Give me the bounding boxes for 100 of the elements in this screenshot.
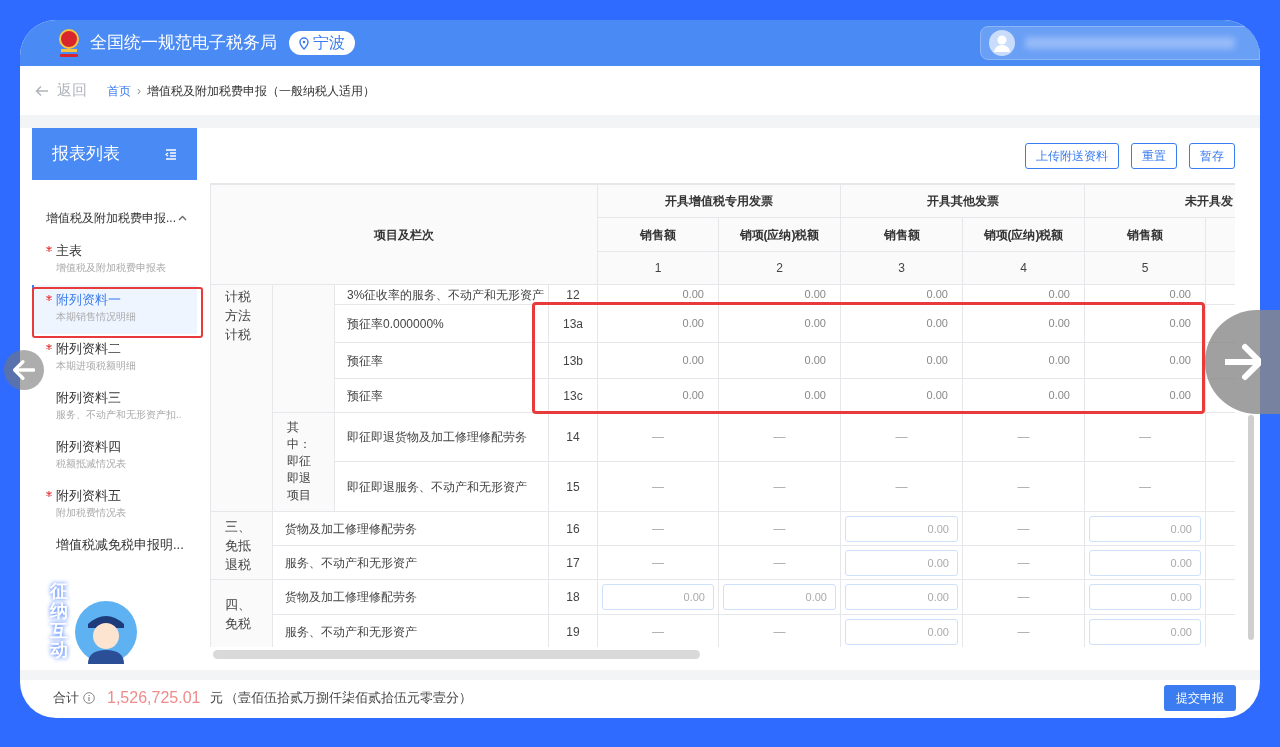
vertical-scrollbar[interactable]: [1248, 415, 1254, 640]
section-label: 三、免抵退税: [225, 518, 252, 574]
user-avatar-icon: [989, 30, 1015, 56]
amount-input[interactable]: 0.00: [845, 618, 958, 645]
line-number: 13b: [563, 353, 583, 368]
table-header: 销项(应纳)税额: [962, 217, 1085, 252]
row-label: 货物及加工修理修配劳务: [285, 521, 417, 536]
dash-value: —: [1138, 429, 1152, 446]
dash-value: —: [651, 478, 665, 496]
table-header: 销售额: [1084, 217, 1206, 252]
dash-value: —: [772, 623, 787, 641]
toolbar-button[interactable]: 暂存: [1189, 142, 1235, 169]
table-header: 项目及栏次: [210, 184, 598, 285]
row-label: 3%征收率的服务、不动产和无形资产: [347, 287, 545, 302]
toolbar-button[interactable]: 重置: [1131, 142, 1177, 169]
amount-value: 0.00: [925, 316, 949, 332]
amount-input[interactable]: 0.00: [1089, 515, 1201, 542]
table-header: 未开具发: [1084, 184, 1235, 218]
amount-value: 0.00: [1047, 388, 1071, 404]
back-button[interactable]: 返回: [35, 79, 87, 102]
dash-value: —: [1016, 429, 1031, 446]
submit-button[interactable]: 提交申报: [1164, 685, 1236, 711]
line-number: 18: [566, 590, 580, 604]
amount-input[interactable]: 0.00: [1089, 549, 1201, 576]
table-header: 开具其他发票: [840, 184, 1085, 218]
row-label: 服务、不动产和无形资产: [285, 555, 417, 570]
dash-value: —: [772, 429, 787, 446]
item-subtitle: 增值税及附加税费申报表: [56, 261, 167, 275]
dash-value: —: [1016, 623, 1031, 641]
sidebar-item[interactable]: 附列资料一 本期销售情况明细: [32, 285, 197, 334]
group-label: 增值税及附加税费申报...: [46, 210, 176, 227]
dash-value: —: [894, 478, 909, 496]
amount-value: 0.00: [925, 287, 949, 303]
collapse-menu-icon[interactable]: [165, 148, 177, 160]
amount-in-words: （壹佰伍拾贰万捌仟柒佰贰拾伍元零壹分）: [225, 689, 473, 708]
dash-value: —: [894, 429, 909, 446]
row-label: 即征即退货物及加工修理修配劳务: [347, 430, 527, 444]
item-subtitle: 税额抵减情况表: [56, 457, 127, 471]
account-pill[interactable]: [980, 26, 1260, 60]
sidebar-item[interactable]: 附列资料三 服务、不动产和无形资产扣..: [32, 383, 197, 432]
row-label: 预征率0.000000%: [347, 316, 444, 331]
dash-value: —: [772, 520, 787, 538]
amount-value: 0.00: [1047, 316, 1071, 332]
pin-icon: [299, 36, 309, 50]
amount-input[interactable]: 0.00: [845, 584, 958, 610]
required-asterisk-icon: [46, 295, 52, 301]
horizontal-scrollbar[interactable]: [213, 649, 700, 659]
required-asterisk-icon: [46, 491, 52, 497]
amount-input[interactable]: 0.00: [845, 515, 958, 542]
row-label: 货物及加工修理修配劳务: [285, 590, 417, 604]
section-label: 计税方法计税: [225, 288, 252, 344]
dash-value: —: [1016, 520, 1031, 538]
amount-value: 0.00: [1047, 287, 1071, 303]
back-arrow-icon: [35, 84, 49, 97]
sidebar-item[interactable]: 附列资料五 附加税费情况表: [32, 481, 197, 530]
sidebar-item[interactable]: 附列资料二 本期进项税额明细: [32, 334, 197, 383]
site-title: 全国统一规范电子税务局: [90, 32, 277, 55]
sidebar-item[interactable]: 附列资料四 税额抵减情况表: [32, 432, 197, 481]
breadcrumb-link[interactable]: 首页: [107, 81, 131, 100]
table-header: 销售额: [840, 217, 963, 252]
amount-input[interactable]: 0.00: [845, 549, 958, 576]
dash-value: —: [1138, 478, 1152, 496]
toolbar-button[interactable]: 上传附送资料: [1025, 142, 1119, 169]
total-amount: 1,526,725.01: [107, 688, 201, 708]
breadcrumb-separator: ›: [137, 82, 141, 100]
amount-input[interactable]: 0.00: [1089, 618, 1201, 645]
line-number: 14: [566, 430, 580, 444]
amount-value: 0.00: [681, 316, 705, 332]
row-label: 预征率: [347, 353, 383, 368]
dash-value: —: [651, 623, 665, 641]
amount-input[interactable]: 0.00: [1089, 584, 1201, 610]
required-asterisk-icon: [46, 344, 52, 350]
line-number: 13a: [563, 316, 583, 331]
row-label: 即征即退服务、不动产和无形资产: [347, 479, 527, 494]
amount-input[interactable]: 0.00: [723, 584, 836, 610]
item-subtitle: 服务、不动产和无形资产扣..: [56, 408, 183, 422]
dash-value: —: [651, 429, 665, 446]
dash-value: —: [772, 554, 787, 572]
sidebar-item[interactable]: 增值税减免税申报明...: [32, 530, 197, 579]
assistant-widget[interactable]: 征纳互动: [44, 582, 140, 670]
table-header: 开具增值税专用发票: [597, 184, 841, 218]
info-icon[interactable]: [83, 692, 95, 704]
sidebar-item[interactable]: 主表 增值税及附加税费申报表: [32, 236, 197, 285]
previous-arrow-button[interactable]: [4, 350, 44, 390]
dash-value: —: [651, 520, 665, 538]
amount-value: 0.00: [803, 287, 827, 303]
amount-value: 0.00: [925, 388, 949, 404]
required-asterisk-icon: [46, 246, 52, 252]
line-number: 12: [566, 287, 580, 302]
dash-value: —: [651, 554, 665, 572]
amount-value: 0.00: [681, 353, 705, 369]
amount-value: 0.00: [1047, 353, 1071, 369]
amount-value: 0.00: [803, 388, 827, 404]
location-pill[interactable]: 宁波: [289, 31, 355, 55]
amount-input[interactable]: 0.00: [602, 584, 714, 610]
sidebar-group-header[interactable]: 增值税及附加税费申报...: [32, 206, 197, 230]
table-header: 1: [597, 251, 719, 285]
item-subtitle: 本期销售情况明细: [56, 310, 137, 324]
table-header: 销售额: [597, 217, 719, 252]
section-label: 四、免税: [225, 596, 252, 633]
